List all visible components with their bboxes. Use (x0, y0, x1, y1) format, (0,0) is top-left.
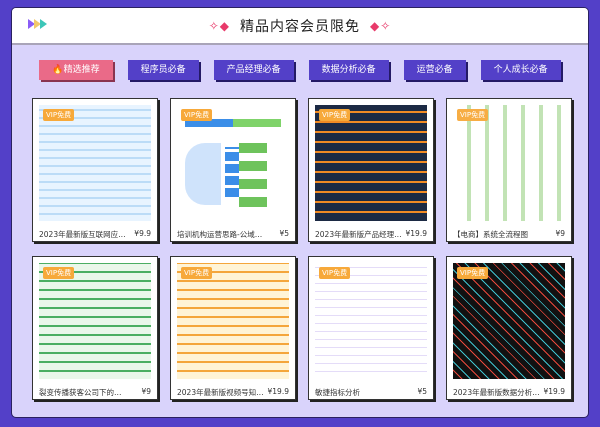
app-window: ✧◆ 精品内容会员限免 ◆✧ 🔥精选推荐 程序员必备 产品经理必备 数据分析必备 运… (11, 7, 589, 418)
product-card[interactable]: VIP免费 培训机构运营思路-公域流量... ¥5 (170, 98, 296, 242)
product-price: ¥9.9 (134, 229, 151, 238)
product-card[interactable]: VIP免费 2023年最新版视频号知识... ¥19.9 (170, 256, 296, 400)
product-name: 2023年最新版数据分析全... (453, 388, 541, 397)
vip-badge: VIP免费 (457, 267, 489, 279)
product-price: ¥19.9 (543, 387, 565, 396)
product-thumbnail: VIP免费 (39, 105, 151, 221)
product-price: ¥9 (555, 229, 565, 238)
product-name: 2023年最新版视频号知识... (177, 388, 265, 397)
product-price: ¥5 (279, 229, 289, 238)
product-name: 【电商】系统全流程图 (453, 230, 528, 239)
header: ✧◆ 精品内容会员限免 ◆✧ (12, 8, 588, 45)
vip-badge: VIP免费 (43, 267, 75, 279)
product-thumbnail: VIP免费 (177, 263, 289, 379)
product-price: ¥19.9 (405, 229, 427, 238)
product-card[interactable]: VIP免费 2023年最新版互联网应用... ¥9.9 (32, 98, 158, 242)
product-thumbnail: VIP免费 (177, 105, 289, 221)
product-price: ¥19.9 (267, 387, 289, 396)
product-grid: VIP免费 2023年最新版互联网应用... ¥9.9 VIP免费 培训机构运营思路… (32, 98, 572, 400)
vip-badge: VIP免费 (457, 109, 489, 121)
product-name: 培训机构运营思路-公域流量... (177, 230, 265, 239)
tab-programmer[interactable]: 程序员必备 (127, 60, 199, 80)
product-price: ¥5 (417, 387, 427, 396)
product-thumbnail: VIP免费 (39, 263, 151, 379)
product-card[interactable]: VIP免费 裂变传播获客公司下的营销... ¥9 (32, 256, 158, 400)
tab-featured[interactable]: 🔥精选推荐 (39, 60, 113, 80)
product-thumbnail: VIP免费 (453, 263, 565, 379)
tab-label: 精选推荐 (63, 65, 100, 75)
product-card[interactable]: VIP免费 【电商】系统全流程图 ¥9 (446, 98, 572, 242)
vip-badge: VIP免费 (181, 267, 213, 279)
product-thumbnail: VIP免费 (315, 105, 427, 221)
product-thumbnail: VIP免费 (315, 263, 427, 379)
sparkle-icon: ✧◆ (208, 19, 230, 33)
category-tabs: 🔥精选推荐 程序员必备 产品经理必备 数据分析必备 运营必备 个人成长必备 (12, 60, 588, 80)
vip-badge: VIP免费 (319, 109, 351, 121)
product-card[interactable]: VIP免费 2023年最新版产品经理知... ¥19.9 (308, 98, 434, 242)
product-thumbnail: VIP免费 (453, 105, 565, 221)
page-title: ✧◆ 精品内容会员限免 ◆✧ (12, 16, 588, 36)
product-name: 裂变传播获客公司下的营销... (39, 388, 127, 397)
sparkle-icon: ◆✧ (370, 19, 392, 33)
tab-data-analysis[interactable]: 数据分析必备 (308, 60, 389, 80)
vip-badge: VIP免费 (43, 109, 75, 121)
tab-operations[interactable]: 运营必备 (403, 60, 466, 80)
tab-product-manager[interactable]: 产品经理必备 (213, 60, 294, 80)
product-name: 2023年最新版互联网应用... (39, 230, 127, 239)
product-name: 2023年最新版产品经理知... (315, 230, 403, 239)
product-card[interactable]: VIP免费 敏捷指标分析 ¥5 (308, 256, 434, 400)
vip-badge: VIP免费 (181, 109, 213, 121)
product-price: ¥9 (141, 387, 151, 396)
product-card[interactable]: VIP免费 2023年最新版数据分析全... ¥19.9 (446, 256, 572, 400)
tab-personal-growth[interactable]: 个人成长必备 (480, 60, 561, 80)
product-name: 敏捷指标分析 (315, 388, 360, 397)
vip-badge: VIP免费 (319, 267, 351, 279)
title-text: 精品内容会员限免 (240, 19, 360, 35)
flame-icon: 🔥 (52, 65, 64, 75)
